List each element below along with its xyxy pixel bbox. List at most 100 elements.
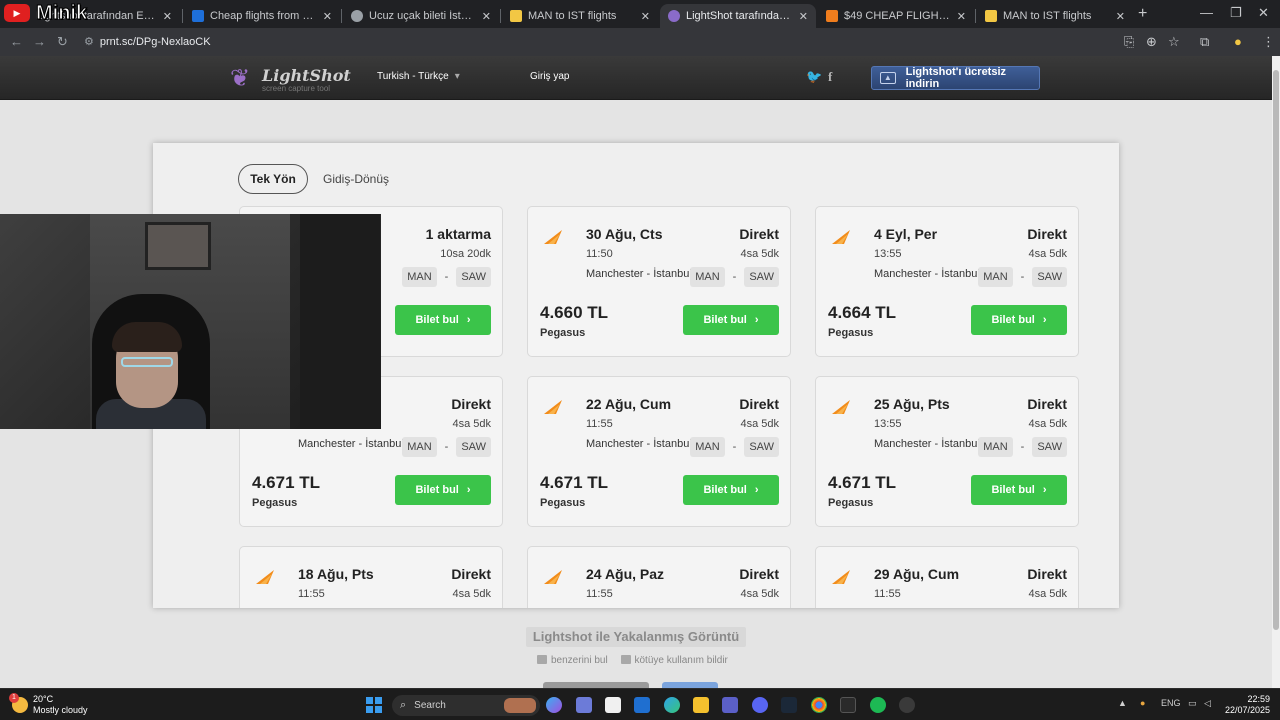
- close-icon[interactable]: ✕: [163, 10, 172, 23]
- menu-icon[interactable]: ⋮: [1262, 34, 1275, 50]
- browser-tab[interactable]: MAN to IST flights ✕: [977, 4, 1133, 28]
- flight-card[interactable]: 29 Ağu, Cum 11:55 Direkt 4sa 5dk: [815, 546, 1079, 608]
- edge-icon[interactable]: [664, 697, 680, 713]
- new-tab-icon[interactable]: +: [1138, 5, 1147, 23]
- bookmark-star-icon[interactable]: ☆: [1168, 34, 1180, 50]
- pegasus-logo-icon: [256, 570, 274, 584]
- epic-games-icon[interactable]: [840, 697, 856, 713]
- download-label: Lightshot'ı ücretsiz indirin: [905, 66, 1007, 90]
- tab-round-trip[interactable]: Gidiş-Dönüş: [321, 164, 391, 194]
- copilot-icon[interactable]: [546, 697, 562, 713]
- lightshot-logo[interactable]: ❦ LightShot screen capture tool: [230, 64, 351, 94]
- outlook-icon[interactable]: [634, 697, 650, 713]
- flight-card[interactable]: 24 Ağu, Paz 11:55 Direkt 4sa 5dk: [527, 546, 791, 608]
- extensions-icon[interactable]: ⧉: [1200, 34, 1209, 50]
- login-link[interactable]: Giriş yap: [530, 71, 569, 82]
- find-similar-link[interactable]: benzerini bul: [537, 655, 608, 666]
- chevron-right-icon: ›: [754, 314, 759, 326]
- language-selector[interactable]: Turkish - Türkçe ▾: [377, 71, 460, 82]
- flight-card[interactable]: 25 Ağu, Pts 13:55 Manchester - İstanbul Dir…: [815, 376, 1079, 527]
- chevron-up-icon[interactable]: ▲: [1118, 698, 1127, 708]
- tab-title: LightShot tarafından Ekran Görü: [686, 10, 793, 22]
- browser-tab[interactable]: $49 CHEAP FLIGHTS from Manc ✕: [818, 4, 974, 28]
- pegasus-logo-icon: [832, 570, 850, 584]
- microphone-icon[interactable]: ●: [1140, 698, 1145, 708]
- find-ticket-button[interactable]: Bilet bul ›: [971, 305, 1067, 335]
- steam-icon[interactable]: [781, 697, 797, 713]
- zoom-icon[interactable]: ⊕: [1146, 34, 1157, 50]
- tab-title: MAN to IST flights: [528, 10, 617, 22]
- tab-one-way[interactable]: Tek Yön: [238, 164, 308, 194]
- back-icon[interactable]: ←: [10, 34, 23, 49]
- webcam-person-hair: [112, 322, 182, 352]
- lightshot-feather-icon: [668, 10, 680, 22]
- profile-avatar[interactable]: ●: [1234, 34, 1242, 49]
- facebook-icon[interactable]: f: [828, 69, 832, 85]
- forward-icon[interactable]: →: [33, 34, 46, 49]
- close-icon[interactable]: ✕: [323, 10, 332, 23]
- browser-tab-strip: Lightshot tarafından Ekran Görü ✕ Cheap …: [0, 0, 1280, 28]
- find-ticket-button[interactable]: Bilet bul ›: [395, 305, 491, 335]
- restore-icon[interactable]: ❐: [1230, 5, 1242, 21]
- browser-tab[interactable]: MAN to IST flights ✕: [502, 4, 658, 28]
- report-abuse-link[interactable]: kötüye kullanım bildir: [620, 655, 728, 666]
- flag-icon: [620, 655, 631, 664]
- flight-duration: 4sa 5dk: [1028, 418, 1067, 430]
- flight-card[interactable]: 4 Eyl, Per 13:55 Manchester - İstanbul Dire…: [815, 206, 1079, 357]
- download-button[interactable]: ▲ Lightshot'ı ücretsiz indirin: [871, 66, 1040, 90]
- discord-icon[interactable]: [752, 697, 768, 713]
- url-field[interactable]: ⚙ prnt.sc/DPg-NexlaoCK: [84, 35, 211, 48]
- find-ticket-button[interactable]: Bilet bul ›: [683, 475, 779, 505]
- scrollbar[interactable]: [1272, 56, 1280, 688]
- system-clock[interactable]: 22:59 22/07/2025: [1198, 694, 1270, 716]
- stops-count: Direkt: [451, 396, 491, 412]
- file-explorer-icon[interactable]: [693, 697, 709, 713]
- browser-tab-active[interactable]: LightShot tarafından Ekran Görü ✕: [660, 4, 816, 28]
- find-ticket-button[interactable]: Bilet bul ›: [395, 475, 491, 505]
- chevron-right-icon: ›: [466, 484, 471, 496]
- obs-icon[interactable]: [899, 697, 915, 713]
- airline-name: Pegasus: [252, 497, 298, 509]
- scrollbar-thumb[interactable]: [1273, 70, 1279, 630]
- browser-tab[interactable]: Cheap flights from Manchester ✕: [184, 4, 340, 28]
- site-info-icon[interactable]: ⚙: [84, 36, 94, 48]
- flight-card[interactable]: 30 Ağu, Cts 11:50 Manchester - İstanbul Dir…: [527, 206, 791, 357]
- reload-icon[interactable]: ↻: [57, 34, 68, 50]
- search-icon: ⌕: [400, 699, 407, 711]
- taskbar-search[interactable]: ⌕ Search: [392, 695, 540, 716]
- network-icon[interactable]: ▭: [1188, 698, 1197, 709]
- weather-widget[interactable]: 1 20°C Mostly cloudy: [9, 693, 88, 716]
- close-icon[interactable]: ✕: [957, 10, 966, 23]
- chrome-icon[interactable]: [811, 697, 827, 713]
- store-icon[interactable]: [605, 697, 621, 713]
- browser-tab[interactable]: Ucuz uçak bileti İstanbul ✕: [343, 4, 499, 28]
- close-icon[interactable]: ✕: [641, 10, 650, 23]
- destination-airport: SAW: [744, 267, 779, 287]
- find-ticket-button[interactable]: Bilet bul ›: [683, 305, 779, 335]
- close-icon[interactable]: ✕: [799, 10, 808, 23]
- airline-name: Pegasus: [540, 497, 586, 509]
- tab-title: MAN to IST flights: [1003, 10, 1092, 22]
- close-window-icon[interactable]: ✕: [1258, 5, 1269, 21]
- language-indicator[interactable]: ENG: [1161, 698, 1181, 708]
- pegasus-logo-icon: [832, 230, 850, 244]
- departure-time: 11:55: [874, 588, 901, 600]
- flight-price: 4.664 TL: [828, 303, 897, 322]
- flight-card[interactable]: 18 Ağu, Pts 11:55 Direkt 4sa 5dk: [239, 546, 503, 608]
- find-ticket-button[interactable]: Bilet bul ›: [971, 475, 1067, 505]
- url-text: prnt.sc/DPg-NexlaoCK: [99, 36, 211, 48]
- flight-card[interactable]: 22 Ağu, Cum 11:55 Manchester - İstanbul Dir…: [527, 376, 791, 527]
- minimize-icon[interactable]: —: [1200, 5, 1213, 20]
- teams-icon[interactable]: [722, 697, 738, 713]
- close-icon[interactable]: ✕: [1116, 10, 1125, 23]
- task-view-icon[interactable]: [576, 697, 592, 713]
- twitter-icon[interactable]: 🐦: [806, 69, 822, 85]
- weather-desc: Mostly cloudy: [33, 705, 88, 715]
- spotify-icon[interactable]: [870, 697, 886, 713]
- airport-codes: MAN - SAW: [402, 437, 491, 457]
- origin-airport: MAN: [690, 437, 725, 457]
- close-icon[interactable]: ✕: [482, 10, 491, 23]
- windows-start-icon[interactable]: [366, 697, 382, 713]
- install-app-icon[interactable]: ⎘: [1124, 34, 1134, 50]
- tab-title: Ucuz uçak bileti İstanbul: [369, 10, 476, 22]
